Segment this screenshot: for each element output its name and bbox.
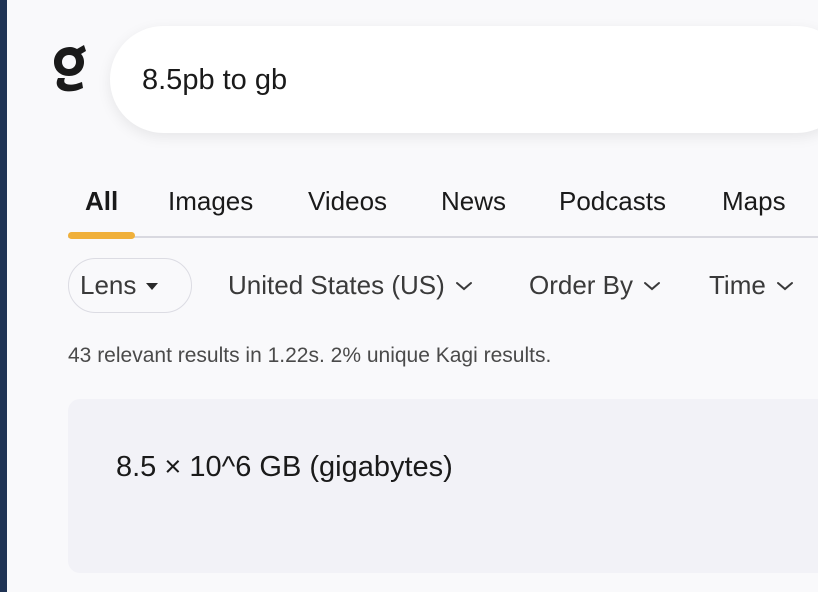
caret-down-icon: [146, 283, 159, 290]
tab-videos[interactable]: Videos: [308, 186, 387, 217]
tab-maps[interactable]: Maps: [722, 186, 786, 217]
window-edge: [0, 0, 7, 592]
search-box[interactable]: [110, 26, 818, 133]
search-input[interactable]: [142, 62, 782, 98]
chevron-down-icon: [455, 281, 472, 290]
chevron-down-icon: [776, 281, 793, 290]
search-tabs: All Images Videos News Podcasts Maps: [68, 180, 818, 238]
lens-dropdown[interactable]: Lens: [68, 258, 192, 313]
kagi-logo[interactable]: [50, 40, 90, 100]
time-dropdown[interactable]: Time: [709, 270, 794, 301]
quick-answer-text: 8.5 × 10^6 GB (gigabytes): [116, 451, 453, 483]
lens-label: Lens: [80, 270, 137, 300]
order-by-label: Order By: [529, 270, 634, 300]
quick-answer-card: 8.5 × 10^6 GB (gigabytes): [68, 399, 818, 573]
chevron-down-icon: [644, 281, 661, 290]
tab-all[interactable]: All: [85, 186, 118, 217]
order-by-dropdown[interactable]: Order By: [529, 270, 661, 301]
tab-images[interactable]: Images: [168, 186, 253, 217]
results-stats: 43 relevant results in 1.22s. 2% unique …: [68, 344, 552, 367]
time-label: Time: [709, 270, 766, 300]
tab-news[interactable]: News: [441, 186, 506, 217]
tab-podcasts[interactable]: Podcasts: [559, 186, 666, 217]
region-dropdown[interactable]: United States (US): [228, 270, 473, 301]
region-label: United States (US): [228, 270, 445, 300]
filter-bar: Lens United States (US) Order By Time: [68, 258, 818, 316]
